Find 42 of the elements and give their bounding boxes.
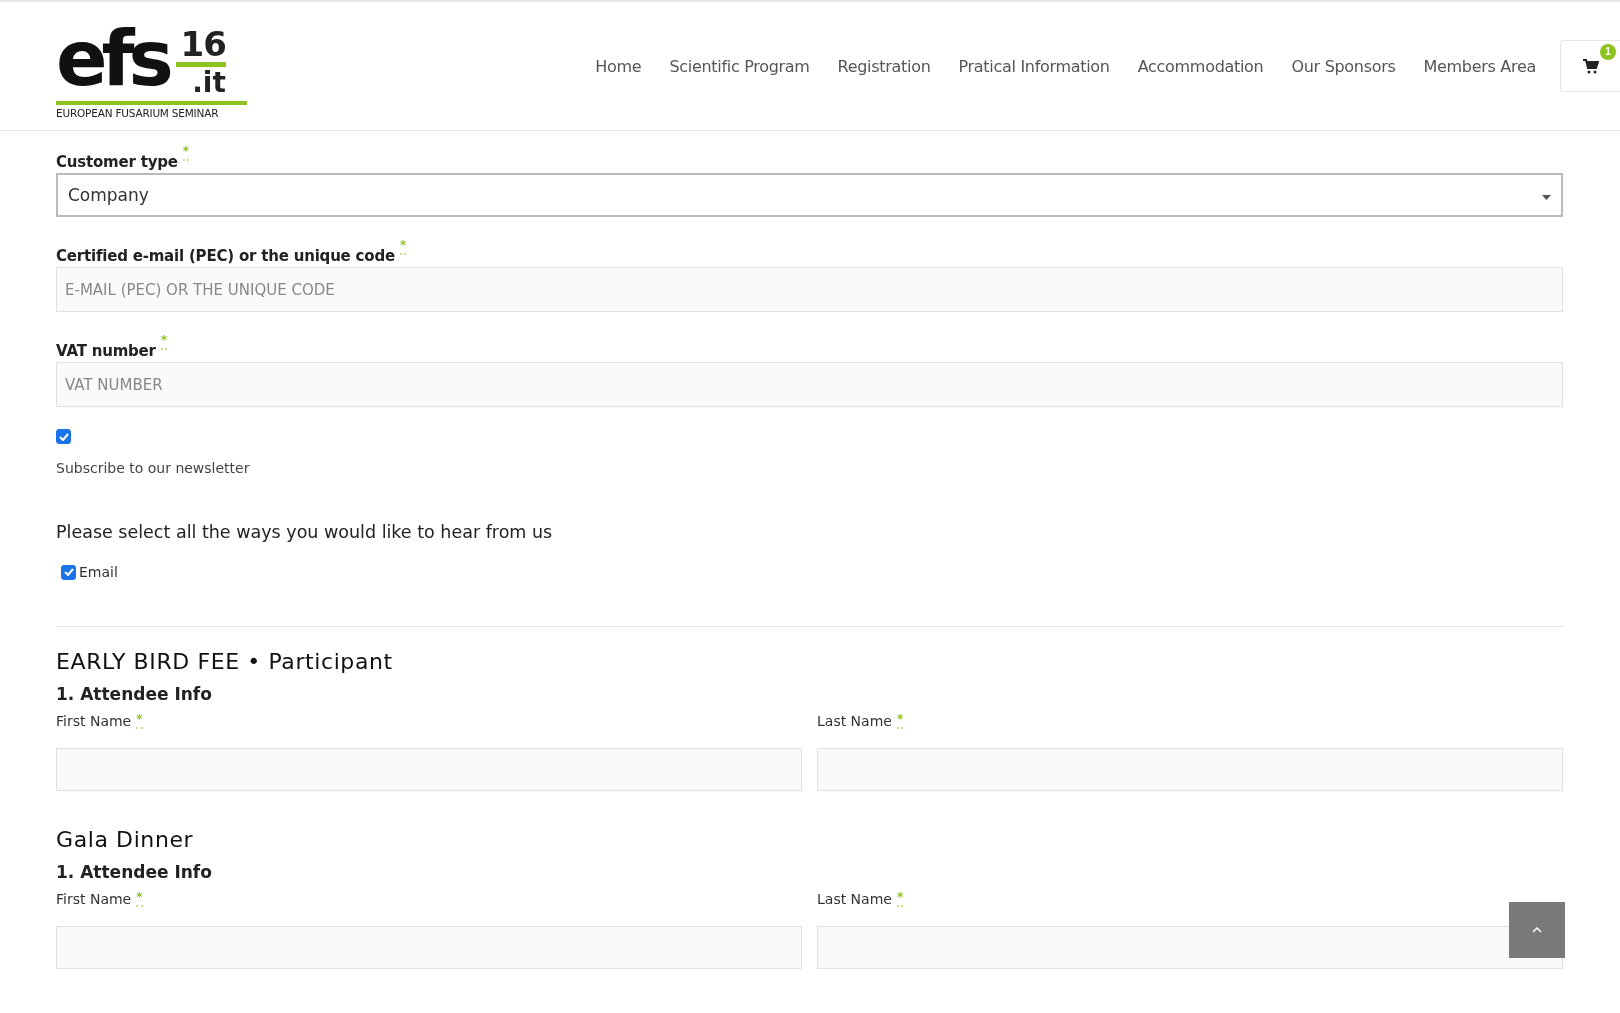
field-label: Customer type	[56, 153, 178, 171]
attendee-info-heading: 1. Attendee Info	[56, 684, 213, 704]
required-mark: *	[136, 891, 143, 907]
name-input-field[interactable]	[817, 748, 1563, 791]
ticket-title: Gala Dinner	[56, 827, 195, 852]
nav-link[interactable]: Registration	[823, 56, 945, 76]
newsletter-label: Subscribe to our newsletter	[56, 460, 251, 476]
required-mark: *	[182, 145, 190, 161]
nav-link[interactable]: Home	[581, 56, 656, 76]
newsletter-checkbox[interactable]	[56, 429, 71, 444]
field-label: Last Name	[817, 891, 892, 907]
required-mark: *	[896, 713, 904, 729]
field-label: Last Name	[817, 713, 892, 729]
nav-link[interactable]: Scientific Program	[655, 56, 824, 76]
field-label: First Name	[56, 713, 132, 729]
name-input-field[interactable]	[817, 926, 1563, 969]
name-input-field[interactable]	[56, 748, 802, 791]
text-input-field[interactable]: VAT NUMBER	[56, 362, 1563, 407]
name-input-field[interactable]	[56, 926, 802, 969]
required-mark: *	[896, 891, 904, 907]
field-label: Certified e-mail (PEC) or the unique code	[56, 247, 395, 265]
customer-type-select[interactable]: Company	[56, 173, 1563, 217]
nav-link[interactable]: Accommodation	[1123, 56, 1278, 76]
text-input-field[interactable]: E-MAIL (PEC) OR THE UNIQUE CODE	[56, 267, 1563, 312]
required-mark: *	[160, 334, 168, 350]
attendee-info-heading: 1. Attendee Info	[56, 862, 213, 882]
dropdown-caret-icon	[1542, 194, 1551, 200]
nav-link[interactable]: Pratical Information	[944, 56, 1124, 76]
field-label: First Name	[56, 891, 132, 907]
scroll-to-top-button[interactable]	[1509, 902, 1565, 958]
chevron-up-icon	[1532, 927, 1542, 933]
contact-prompt: Please select all the ways you would like to hear from us	[56, 522, 554, 542]
nav-link[interactable]: Our Sponsors	[1277, 56, 1410, 76]
required-mark: *	[399, 239, 407, 255]
field-label: VAT number	[56, 342, 156, 360]
ticket-title: EARLY BIRD FEE • Participant	[56, 649, 394, 674]
cart-icon	[1582, 58, 1599, 74]
cart-count-badge: 1	[1600, 44, 1616, 60]
required-mark: *	[136, 713, 143, 729]
checkbox-label: Email	[79, 564, 118, 580]
nav-link[interactable]: Members Area	[1409, 56, 1550, 76]
email-checkbox[interactable]	[61, 564, 76, 580]
